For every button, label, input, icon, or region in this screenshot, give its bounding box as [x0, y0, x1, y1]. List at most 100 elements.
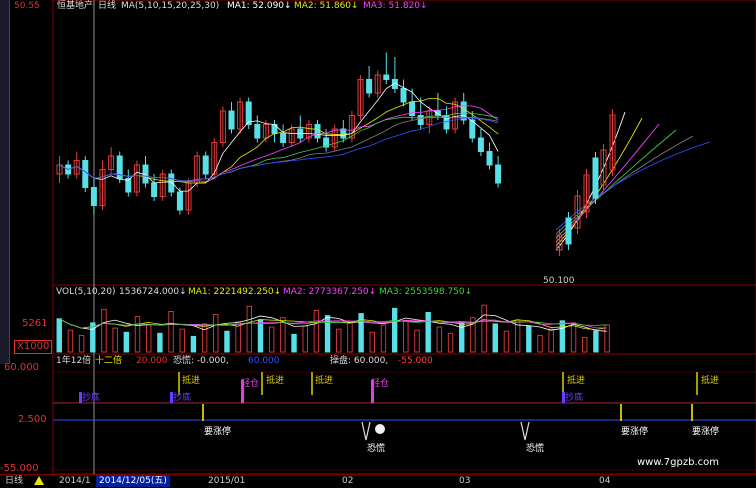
volume-bar [123, 331, 130, 353]
volume-bar [179, 328, 185, 353]
candle-body [245, 101, 252, 125]
signal-rise: 要涨停 [204, 427, 232, 437]
vol-axis-unit: X1000 [14, 340, 53, 354]
signal-panic: 恐慌 [367, 444, 386, 454]
volume-bar [67, 329, 74, 353]
signal-buy-low: 抄底 [565, 393, 584, 403]
left-tab-5[interactable] [0, 274, 10, 364]
candle-body [495, 164, 502, 184]
left-tab-1[interactable] [0, 0, 10, 64]
signal-panic: 恐慌 [526, 444, 545, 454]
smiley-icon [375, 424, 385, 434]
vol-ma2: MA2: 2773367.250↓ [283, 287, 377, 297]
candle-body [228, 110, 235, 130]
volume-ma-line [58, 314, 607, 332]
period-tab[interactable]: 日线 [2, 475, 26, 487]
volume-bar [570, 322, 577, 353]
volume-bar [492, 323, 498, 353]
candle-body [565, 217, 572, 245]
ind-fear: 恐慌: -0.000, [173, 356, 229, 366]
vol-ma3: MA3: 2553598.750↓ [379, 287, 473, 297]
candle-body [486, 151, 493, 166]
period-label: 日线 [98, 1, 117, 11]
main-chart-frame [52, 0, 756, 286]
volume-bar [425, 312, 431, 353]
candle-body [202, 155, 209, 175]
moving-average-lines [59, 82, 499, 192]
volume-bar [134, 316, 141, 353]
volume-bar [190, 335, 197, 353]
ind-axis-top: 60.000 [4, 362, 39, 373]
ind-sub: 十二倍 [95, 356, 123, 366]
ind-v2: -55.000 [398, 356, 433, 366]
volume-bar [503, 330, 510, 353]
ma-params: MA(5,10,15,20,25,30) [121, 1, 220, 11]
candle-body [176, 191, 183, 211]
volume-bar [436, 326, 443, 353]
volume-bar [157, 332, 163, 353]
left-tab-3[interactable] [0, 134, 10, 204]
signal-light: 轻仓 [371, 379, 390, 389]
ma-line [59, 117, 499, 182]
ind-title: 1年12倍 [56, 356, 92, 366]
date-tab-selected[interactable]: 2014/12/05(五) [96, 475, 170, 487]
volume-bar [201, 323, 208, 353]
volume-bar [56, 318, 62, 353]
volume-bar [582, 336, 588, 353]
vol-ma1: MA1: 2221492.250↓ [188, 287, 282, 297]
ma2-value: MA2: 51.860↓ [294, 1, 359, 11]
ma-line [59, 98, 499, 184]
volume-bar [548, 328, 554, 353]
ind-axis-mid: 2.500 [18, 414, 47, 425]
panic-marker [361, 421, 371, 441]
volume-bar [369, 331, 375, 353]
signal-light: 轻仓 [241, 379, 260, 389]
volume-bar [168, 310, 174, 353]
ma-line [59, 82, 499, 192]
date-tab-5[interactable]: 03 [456, 475, 473, 487]
ma-line [59, 116, 499, 182]
chart-stage [52, 0, 756, 475]
fan-line [555, 135, 694, 235]
volume-series [56, 304, 610, 353]
candle-body [82, 160, 89, 188]
vol-axis-value: 5261 [22, 318, 48, 329]
date-tab-3[interactable]: 2015/01 [205, 475, 248, 487]
candle-body [254, 124, 261, 139]
signal-buy-low: 抄底 [173, 393, 192, 403]
volume-bar [391, 307, 398, 353]
volume-bar [246, 305, 253, 353]
volume-bar [302, 325, 308, 353]
ma1-value: MA1: 52.090↓ [227, 1, 292, 11]
volume-bar [268, 326, 275, 353]
volume-bar [593, 330, 599, 353]
low-price-label: 50.100 [543, 276, 575, 286]
ma-line [59, 112, 499, 182]
candle-body [417, 115, 424, 125]
volume-bar [481, 304, 487, 353]
volume-bar [403, 320, 409, 353]
candle-body [314, 124, 321, 139]
volume-bar [224, 330, 230, 353]
volume-bar [347, 322, 353, 353]
candle-body [168, 173, 175, 193]
volume-bar [447, 332, 454, 353]
rising-fan-lines [555, 109, 711, 256]
watermark: www.7gpzb.com [637, 457, 719, 468]
volume-bar [380, 324, 387, 353]
vol-label: VOL(5,10,20) [56, 287, 116, 297]
signal-buy-in: 抵进 [266, 376, 285, 386]
signal-buy-in: 抵进 [567, 376, 586, 386]
volume-bar [112, 327, 118, 353]
left-tab-4[interactable] [0, 204, 10, 274]
volume-bar [559, 320, 566, 353]
signal-buy-in: 抵进 [315, 376, 334, 386]
stock-name: 恒基地产 [57, 1, 94, 11]
left-tab-2[interactable] [0, 64, 10, 134]
date-tab-6[interactable]: 04 [596, 475, 613, 487]
date-tab-4[interactable]: 02 [339, 475, 356, 487]
vol-value: 1536724.000↓ [119, 287, 187, 297]
volume-bar [257, 319, 264, 353]
candlestick-series [56, 52, 502, 215]
date-tab-1[interactable]: 2014/1 [56, 475, 94, 487]
